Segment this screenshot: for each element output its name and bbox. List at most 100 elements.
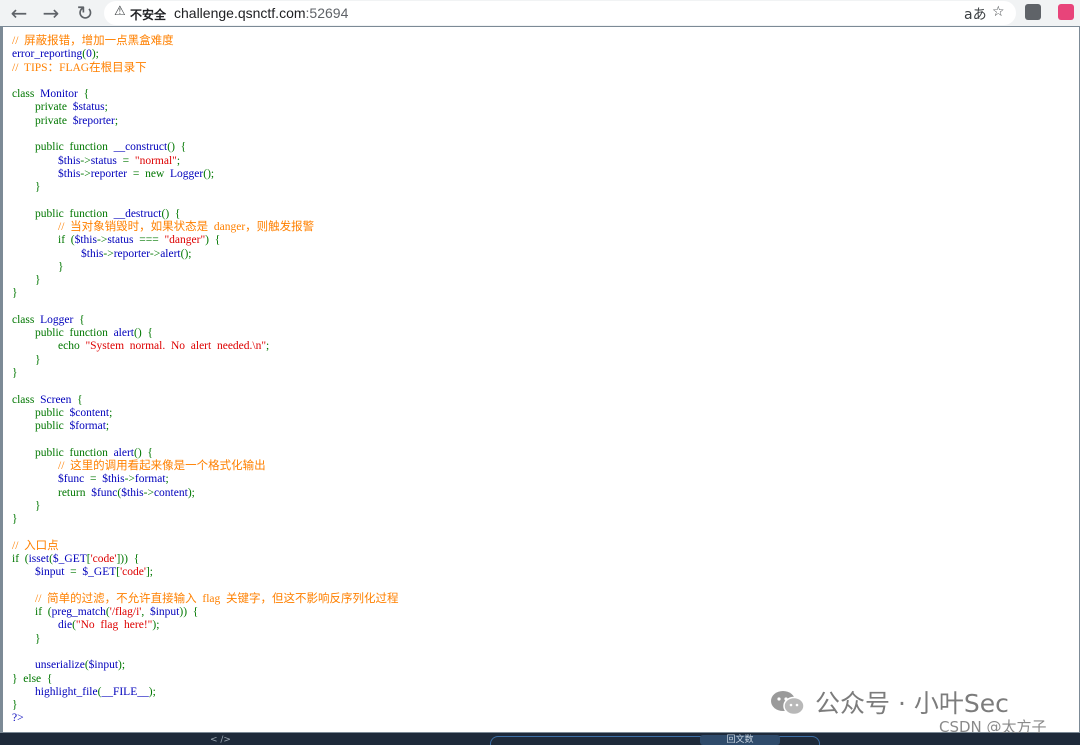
code-token: } else { bbox=[12, 672, 53, 685]
code-token: public function bbox=[12, 446, 114, 459]
code-token: = new bbox=[132, 167, 171, 180]
code-line: public $content; bbox=[12, 407, 112, 419]
code-line: $this->reporter->alert(); bbox=[12, 248, 192, 260]
code-token: '/flag/i' bbox=[109, 606, 142, 619]
forward-arrow-icon[interactable]: → bbox=[40, 2, 62, 24]
star-icon[interactable]: ☆ bbox=[992, 4, 1005, 20]
code-token: // 当对象销毁时，如果状态是 danger，则触发报警 bbox=[12, 220, 315, 233]
code-token: status bbox=[107, 234, 140, 247]
code-line: } bbox=[12, 699, 18, 711]
code-token: } bbox=[12, 181, 41, 194]
code-token: )) { bbox=[179, 606, 199, 619]
code-line: $func = $this->format; bbox=[12, 473, 169, 485]
code-token: -> bbox=[80, 154, 91, 167]
code-token: === bbox=[139, 234, 165, 247]
profile-icon[interactable] bbox=[1058, 4, 1074, 20]
code-token: highlight_file bbox=[12, 685, 98, 698]
code-token: { bbox=[83, 88, 90, 101]
code-token: (); bbox=[180, 247, 192, 260]
code-token: } bbox=[12, 287, 18, 300]
code-line: private $reporter; bbox=[12, 115, 118, 127]
code-line: } bbox=[12, 354, 41, 366]
bottom-center-label: 回文数 bbox=[700, 735, 780, 745]
code-token: ; bbox=[105, 420, 110, 433]
code-token: class bbox=[12, 313, 41, 326]
browser-toolbar: ← → ↻ ⚠ 不安全 challenge.qsnctf.com:52694 a… bbox=[0, 0, 1080, 26]
code-token: -> bbox=[80, 167, 91, 180]
code-token: alert bbox=[160, 247, 181, 260]
code-token: } bbox=[12, 499, 41, 512]
code-token: $this bbox=[102, 473, 125, 486]
code-token: format bbox=[134, 473, 166, 486]
code-token: ; bbox=[114, 114, 119, 127]
code-token: ]; bbox=[145, 566, 153, 579]
address-bar[interactable]: ⚠ 不安全 challenge.qsnctf.com:52694 aあ ☆ bbox=[104, 1, 1016, 25]
code-token: // 入口点 bbox=[12, 539, 59, 552]
code-line: // 简单的过滤，不允许直接输入 flag 关键字，但这不影响反序列化过程 bbox=[12, 593, 399, 605]
code-line: public function __construct() { bbox=[12, 141, 186, 153]
code-token: public bbox=[12, 420, 70, 433]
url-port: :52694 bbox=[305, 5, 349, 21]
code-line: // 入口点 bbox=[12, 540, 59, 552]
code-line: class Monitor { bbox=[12, 88, 89, 100]
code-token: 'code' bbox=[90, 552, 117, 565]
code-token: $_GET bbox=[82, 566, 117, 579]
code-line: // TIPS：FLAG在根目录下 bbox=[12, 62, 147, 74]
code-token: ])) { bbox=[116, 552, 140, 565]
code-token: isset bbox=[28, 552, 50, 565]
code-line: // 这里的调用看起来像是一个格式化输出 bbox=[12, 460, 266, 472]
code-token: -> bbox=[96, 234, 108, 247]
code-token: $input bbox=[12, 566, 71, 579]
code-token: preg_match bbox=[51, 606, 106, 619]
code-line: } bbox=[12, 513, 18, 525]
reload-icon[interactable]: ↻ bbox=[74, 2, 96, 24]
code-token: Monitor bbox=[40, 88, 84, 101]
url-text[interactable]: challenge.qsnctf.com:52694 bbox=[174, 5, 348, 21]
code-token: $this bbox=[12, 154, 81, 167]
code-token: ) { bbox=[205, 234, 221, 247]
code-line: } bbox=[12, 367, 18, 379]
warning-icon[interactable]: ⚠ bbox=[114, 4, 126, 19]
code-token: $status bbox=[72, 101, 105, 114]
code-token: if ( bbox=[12, 552, 29, 565]
code-token: error_reporting bbox=[12, 48, 83, 61]
code-token: alert bbox=[113, 446, 135, 459]
code-token: = bbox=[89, 473, 103, 486]
code-line: } bbox=[12, 500, 41, 512]
extension-icon[interactable] bbox=[1025, 4, 1041, 20]
code-token: -> bbox=[103, 247, 114, 260]
security-label[interactable]: 不安全 bbox=[130, 6, 166, 23]
code-token: } bbox=[12, 632, 41, 645]
code-token: private bbox=[12, 101, 73, 114]
code-token: ); bbox=[152, 619, 160, 632]
code-token: 'code' bbox=[120, 566, 146, 579]
code-line: $this->status = "normal"; bbox=[12, 155, 180, 167]
code-line: return $func($this->content); bbox=[12, 487, 195, 499]
translate-icon[interactable]: aあ bbox=[964, 4, 987, 24]
code-line: public function alert() { bbox=[12, 327, 153, 339]
code-token: public bbox=[12, 406, 70, 419]
code-token: if ( bbox=[12, 606, 52, 619]
code-token: private bbox=[12, 114, 73, 127]
code-token: // 这里的调用看起来像是一个格式化输出 bbox=[12, 460, 266, 472]
back-arrow-icon[interactable]: ← bbox=[8, 2, 30, 24]
code-token: reporter bbox=[113, 247, 150, 260]
code-token: $format bbox=[69, 420, 106, 433]
code-token: $reporter bbox=[72, 114, 115, 127]
code-token: ; bbox=[165, 473, 169, 486]
code-token: // 简单的过滤，不允许直接输入 flag 关键字，但这不影响反序列化过程 bbox=[12, 592, 399, 605]
code-token: ); bbox=[118, 659, 126, 672]
code-line: private $status; bbox=[12, 101, 108, 113]
code-token: () { bbox=[161, 207, 181, 220]
code-token: (); bbox=[203, 167, 215, 180]
code-token: reporter bbox=[90, 167, 133, 180]
code-token: content bbox=[153, 486, 188, 499]
code-token: class bbox=[12, 393, 41, 406]
code-line: ?> bbox=[12, 712, 24, 724]
code-token: ; bbox=[176, 154, 181, 167]
code-token: { bbox=[79, 313, 85, 326]
code-token: $input bbox=[149, 606, 180, 619]
code-token: "danger" bbox=[164, 234, 206, 247]
code-line: } bbox=[12, 181, 41, 193]
code-line: if (preg_match('/flag/i', $input)) { bbox=[12, 606, 198, 618]
